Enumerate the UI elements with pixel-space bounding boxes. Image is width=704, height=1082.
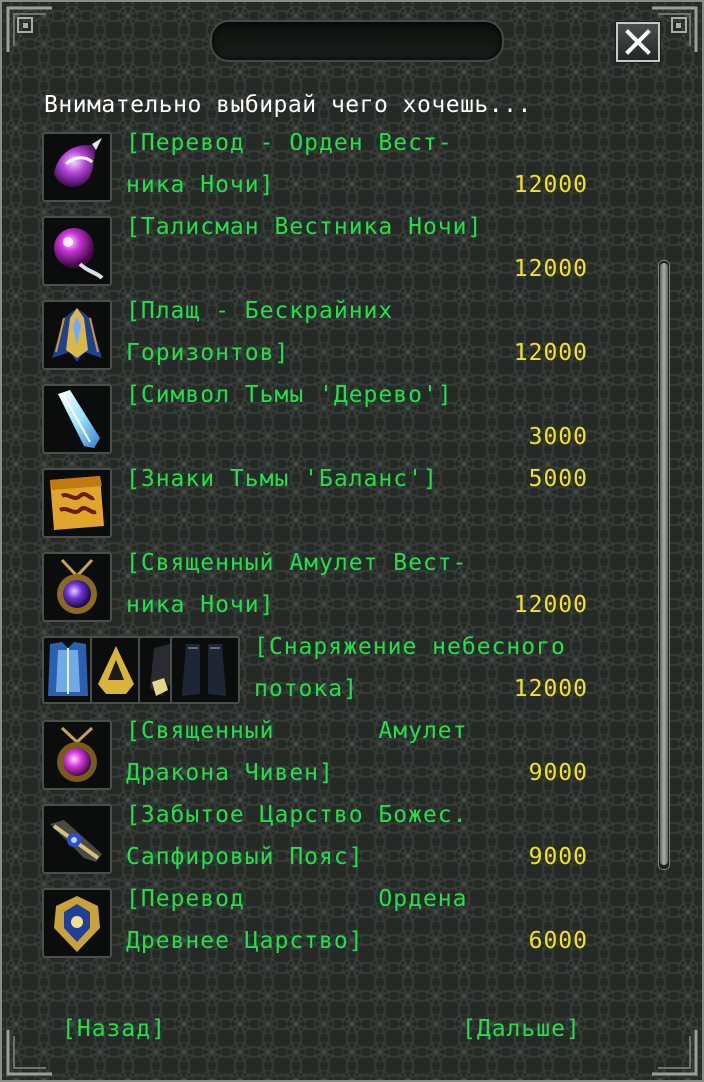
item-link[interactable]: [Забытое Царство Божес. Сапфировый Пояс]…	[126, 800, 596, 884]
order-icon	[42, 888, 112, 958]
item-name-cont: Дракона Чивен]	[126, 760, 334, 786]
chest-armor-icon	[42, 636, 94, 704]
item-name-cont: Горизонтов]	[126, 340, 290, 366]
title-bar[interactable]	[210, 20, 504, 62]
item-price: 12000	[513, 592, 588, 618]
boots-icon	[170, 636, 240, 704]
amulet-icon	[42, 552, 112, 622]
item-name: [Священный Амулет Вест-	[126, 550, 468, 576]
dialog-header: Внимательно выбирай чего хочешь...	[44, 92, 532, 118]
corner-ornament	[6, 6, 52, 52]
item-name: [Знаки Тьмы 'Баланс']	[126, 466, 438, 492]
cloak-icon	[42, 300, 112, 370]
helmet-icon	[90, 636, 142, 704]
close-button[interactable]	[616, 22, 660, 62]
item-link[interactable]: [Плащ - Бескрайних Горизонтов] 12000	[126, 296, 596, 380]
item-price: 12000	[513, 340, 588, 366]
armor-set-icon	[42, 636, 242, 706]
item-link[interactable]: [Талисман Вестника Ночи] 12000	[126, 212, 596, 296]
next-button[interactable]: [Дальше]	[462, 1016, 581, 1042]
item-name: [Плащ - Бескрайних	[126, 298, 394, 324]
item-link[interactable]: [Символ Тьмы 'Дерево'] 3000	[126, 380, 596, 464]
item-name: [Снаряжение небесного	[254, 634, 566, 660]
talisman-icon	[42, 216, 112, 286]
item-name: [Перевод - Орден Вест-	[126, 130, 453, 156]
item-name: [Талисман Вестника Ночи]	[126, 214, 483, 240]
item-price: 9000	[528, 760, 588, 786]
item-name-cont: Древнее Царство]	[126, 928, 364, 954]
item-link[interactable]: [Священный Амулет Дракона Чивен] 9000	[126, 716, 596, 800]
close-icon	[625, 29, 651, 55]
item-link[interactable]: [Священный Амулет Вест- ника Ночи] 12000	[126, 548, 596, 632]
item-price: 9000	[528, 844, 588, 870]
shop-dialog: Внимательно выбирай чего хочешь... [Пере…	[0, 0, 704, 1082]
item-name: [Священный Амулет	[126, 718, 468, 744]
item-price: 12000	[513, 676, 588, 702]
item-price: 5000	[528, 466, 588, 492]
scrollbar-thumb[interactable]	[660, 263, 668, 865]
item-link[interactable]: [Снаряжение небесного потока] 12000	[254, 632, 596, 716]
item-price: 12000	[513, 172, 588, 198]
back-button[interactable]: [Назад]	[62, 1016, 166, 1042]
item-name-cont: потока]	[254, 676, 358, 702]
belt-icon	[42, 804, 112, 874]
item-name-cont: ника Ночи]	[126, 592, 275, 618]
item-name: [Забытое Царство Божес.	[126, 802, 468, 828]
scroll-icon	[42, 468, 112, 538]
item-link[interactable]: [Перевод - Орден Вест- ника Ночи] 12000	[126, 128, 596, 212]
bird-order-icon	[42, 132, 112, 202]
scrollbar[interactable]	[658, 260, 670, 870]
item-link[interactable]: [Знаки Тьмы 'Баланс'] 5000	[126, 464, 596, 548]
crystal-icon	[42, 384, 112, 454]
item-price: 12000	[513, 256, 588, 282]
item-name: [Символ Тьмы 'Дерево']	[126, 382, 453, 408]
corner-ornament	[6, 1030, 52, 1076]
item-name-cont: Сапфировый Пояс]	[126, 844, 364, 870]
dragon-amulet-icon	[42, 720, 112, 790]
item-price: 6000	[528, 928, 588, 954]
corner-ornament	[652, 1030, 698, 1076]
item-name-cont: ника Ночи]	[126, 172, 275, 198]
item-link[interactable]: [Перевод Ордена Древнее Царство] 6000	[126, 884, 596, 968]
item-price: 3000	[528, 424, 588, 450]
item-name: [Перевод Ордена	[126, 886, 468, 912]
